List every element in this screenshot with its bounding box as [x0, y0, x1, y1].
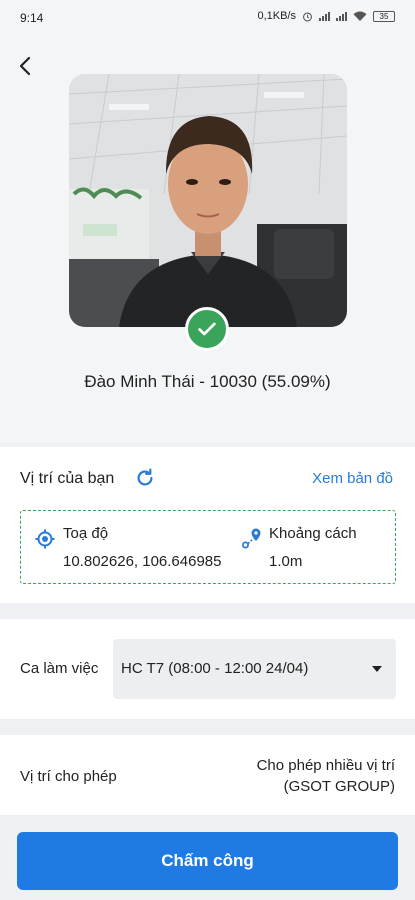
battery-icon: 35	[373, 10, 395, 22]
shift-card: Ca làm việc HC T7 (08:00 - 12:00 24/04)	[0, 619, 415, 719]
face-photo-image	[69, 74, 347, 327]
dropdown-caret-icon	[372, 666, 382, 672]
status-bar: 9:14 0,1KB/s 35	[0, 0, 415, 36]
distance-label: Khoảng cách	[269, 525, 357, 542]
coordinates-value: 10.802626, 106.646985	[63, 553, 222, 570]
face-check-section: Đào Minh Thái - 10030 (55.09%)	[0, 36, 415, 443]
net-speed: 0,1KB/s	[257, 10, 296, 22]
alarm-icon	[303, 11, 312, 21]
view-map-link[interactable]: Xem bản đồ	[312, 470, 393, 487]
shift-label: Ca làm việc	[20, 660, 99, 677]
allowed-location-line1: Cho phép nhiều vị trí	[256, 757, 395, 774]
allowed-location-value: Cho phép nhiều vị trí (GSOT GROUP)	[257, 755, 395, 797]
distance-pin-icon	[242, 528, 261, 549]
location-card: Vị trí của bạn Xem bản đồ Toạ độ 10.8026…	[0, 447, 415, 603]
verified-check-icon	[185, 307, 229, 351]
refresh-icon[interactable]	[134, 467, 156, 489]
coordinates-label: Toạ độ	[63, 525, 109, 542]
allowed-location-card: Vị trí cho phép Cho phép nhiều vị trí (G…	[0, 735, 415, 815]
location-details-box: Toạ độ 10.802626, 106.646985 Khoảng cách…	[20, 510, 396, 584]
check-in-button[interactable]: Chấm công	[17, 832, 398, 890]
employee-name: Đào Minh Thái - 10030 (55.09%)	[84, 372, 331, 391]
status-icons: 0,1KB/s 35	[257, 10, 395, 22]
status-time: 9:14	[20, 11, 44, 25]
signal-icon	[319, 11, 330, 21]
gps-target-icon	[35, 529, 55, 549]
face-photo	[69, 74, 347, 327]
signal-2-icon	[336, 11, 347, 21]
location-title: Vị trí của bạn	[20, 470, 115, 487]
allowed-location-line2: (GSOT GROUP)	[283, 778, 395, 795]
distance-value: 1.0m	[269, 553, 303, 570]
shift-dropdown[interactable]: HC T7 (08:00 - 12:00 24/04)	[113, 639, 396, 699]
allowed-location-label: Vị trí cho phép	[20, 768, 117, 785]
back-arrow-icon[interactable]	[14, 54, 38, 78]
wifi-icon	[353, 11, 367, 21]
shift-selected-value: HC T7 (08:00 - 12:00 24/04)	[121, 660, 309, 677]
